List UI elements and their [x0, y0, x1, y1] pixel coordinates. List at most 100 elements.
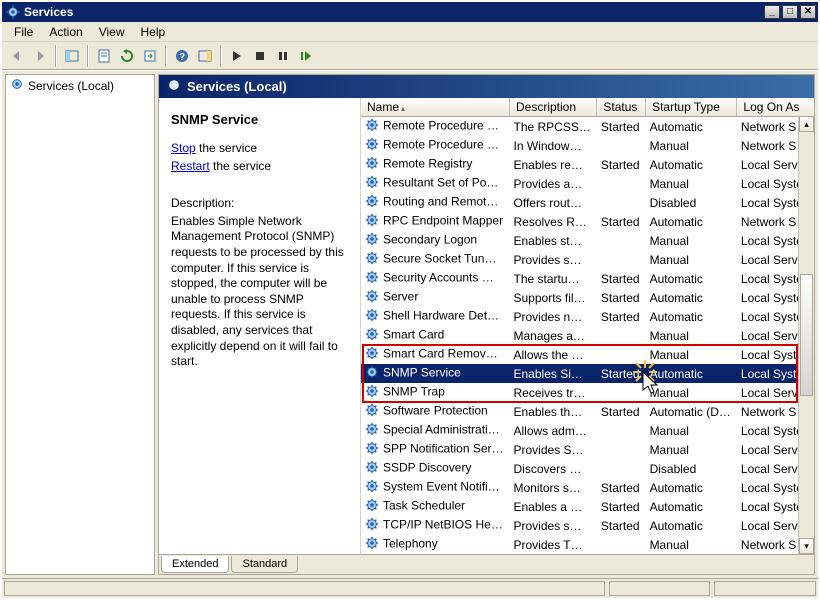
- properties-button[interactable]: [93, 45, 115, 67]
- table-row[interactable]: Routing and Remot…Offers rout…DisabledLo…: [361, 193, 814, 212]
- tree-root-services-local[interactable]: Services (Local): [6, 75, 154, 96]
- description-body: Enables Simple Network Management Protoc…: [171, 214, 348, 370]
- table-row[interactable]: Secure Socket Tun…Provides s…ManualLocal…: [361, 250, 814, 269]
- service-startup: Automatic: [646, 307, 737, 326]
- service-name: Remote Registry: [383, 157, 472, 171]
- service-startup: Manual: [646, 535, 737, 554]
- restart-service-button[interactable]: [295, 45, 317, 67]
- selected-service-title: SNMP Service: [171, 112, 348, 127]
- service-desc: Provides s…: [510, 250, 597, 269]
- service-name: System Event Notifi…: [383, 480, 500, 494]
- close-button[interactable]: ✕: [800, 5, 816, 19]
- stop-service-link[interactable]: Stop: [171, 141, 196, 155]
- table-row[interactable]: Remote Procedure …The RPCSS…StartedAutom…: [361, 117, 814, 137]
- help-button[interactable]: ?: [171, 45, 193, 67]
- table-row[interactable]: Special Administrati…Allows adm…ManualLo…: [361, 421, 814, 440]
- service-name: Telephony: [383, 537, 438, 551]
- service-name: Smart Card: [383, 328, 444, 342]
- gear-icon: [365, 270, 379, 287]
- table-row[interactable]: SSDP DiscoveryDiscovers …DisabledLocal S…: [361, 459, 814, 478]
- service-status: Started: [597, 288, 646, 307]
- refresh-button[interactable]: [116, 45, 138, 67]
- gear-icon: [365, 441, 379, 458]
- gear-icon: [365, 403, 379, 420]
- column-header-description[interactable]: Description: [510, 98, 597, 117]
- gear-icon: [365, 384, 379, 401]
- table-row[interactable]: SNMP TrapReceives tr…ManualLocal Service: [361, 383, 814, 402]
- column-header-startup[interactable]: Startup Type: [646, 98, 737, 117]
- service-status: Started: [597, 212, 646, 231]
- scroll-down-button[interactable]: ▾: [799, 538, 814, 554]
- service-startup: Automatic: [646, 288, 737, 307]
- forward-button[interactable]: [29, 45, 51, 67]
- service-desc: The startu…: [510, 269, 597, 288]
- service-name: Remote Procedure …: [383, 138, 499, 152]
- statusbar-cell: [4, 581, 605, 596]
- column-header-name[interactable]: Name▴: [361, 98, 510, 117]
- gear-icon: [365, 422, 379, 439]
- back-button[interactable]: [6, 45, 28, 67]
- show-hide-tree-button[interactable]: [61, 45, 83, 67]
- service-desc: The RPCSS…: [510, 117, 597, 137]
- table-row[interactable]: Shell Hardware Det…Provides n…StartedAut…: [361, 307, 814, 326]
- start-service-button[interactable]: [226, 45, 248, 67]
- service-desc: Provides T…: [510, 535, 597, 554]
- action-pane-button[interactable]: [194, 45, 216, 67]
- table-row[interactable]: TelephonyProvides T…ManualNetwork S…: [361, 535, 814, 554]
- service-status: Started: [597, 516, 646, 535]
- column-header-logon[interactable]: Log On As: [737, 98, 814, 117]
- table-row[interactable]: Software ProtectionEnables th…StartedAut…: [361, 402, 814, 421]
- table-row[interactable]: Resultant Set of Po…Provides a…ManualLoc…: [361, 174, 814, 193]
- pause-service-button[interactable]: [272, 45, 294, 67]
- vertical-scrollbar[interactable]: ▴ ▾: [798, 116, 814, 554]
- menu-action[interactable]: Action: [41, 23, 90, 41]
- titlebar: Services _ □ ✕: [2, 2, 818, 22]
- service-status: Started: [597, 402, 646, 421]
- scroll-thumb[interactable]: [800, 274, 813, 396]
- table-row[interactable]: SPP Notification Ser…Provides S…ManualLo…: [361, 440, 814, 459]
- window-title: Services: [24, 5, 73, 19]
- table-row[interactable]: System Event Notifi…Monitors s…StartedAu…: [361, 478, 814, 497]
- table-row[interactable]: Smart CardManages a…ManualLocal Service: [361, 326, 814, 345]
- table-row[interactable]: Remote RegistryEnables re…StartedAutomat…: [361, 155, 814, 174]
- table-row[interactable]: RPC Endpoint MapperResolves R…StartedAut…: [361, 212, 814, 231]
- menu-view[interactable]: View: [91, 23, 133, 41]
- tab-extended[interactable]: Extended: [161, 556, 229, 573]
- service-status: [597, 440, 646, 459]
- service-status: [597, 174, 646, 193]
- minimize-button[interactable]: _: [764, 5, 780, 19]
- service-desc: Monitors s…: [510, 478, 597, 497]
- menubar: File Action View Help: [2, 22, 818, 42]
- stop-service-button[interactable]: [249, 45, 271, 67]
- service-startup: Manual: [646, 440, 737, 459]
- service-startup: Automatic: [646, 117, 737, 137]
- column-header-status[interactable]: Status: [597, 98, 646, 117]
- gear-icon: [365, 327, 379, 344]
- scroll-up-button[interactable]: ▴: [799, 116, 814, 132]
- table-row[interactable]: ServerSupports fil…StartedAutomaticLocal…: [361, 288, 814, 307]
- gear-icon: [365, 194, 379, 211]
- table-row[interactable]: TCP/IP NetBIOS He…Provides s…StartedAuto…: [361, 516, 814, 535]
- tabs-bottom: Extended Standard: [159, 554, 814, 574]
- maximize-button[interactable]: □: [782, 5, 798, 19]
- service-startup: Manual: [646, 326, 737, 345]
- scroll-track[interactable]: [799, 132, 814, 538]
- service-desc: Resolves R…: [510, 212, 597, 231]
- table-row[interactable]: Secondary LogonEnables st…ManualLocal Sy…: [361, 231, 814, 250]
- tab-standard[interactable]: Standard: [231, 556, 298, 573]
- body-split: Services (Local) Services (Local) SNMP S…: [2, 70, 818, 578]
- services-table: Name▴ Description Status Startup Type Lo…: [361, 98, 814, 554]
- gear-icon: [365, 137, 379, 154]
- table-row[interactable]: Smart Card Remov…Allows the …ManualLocal…: [361, 345, 814, 364]
- gear-icon: [6, 5, 20, 19]
- export-button[interactable]: [139, 45, 161, 67]
- gear-icon: [365, 346, 379, 363]
- table-row[interactable]: Remote Procedure …In Window…ManualNetwor…: [361, 136, 814, 155]
- table-row[interactable]: Task SchedulerEnables a …StartedAutomati…: [361, 497, 814, 516]
- restart-service-link[interactable]: Restart: [171, 159, 210, 173]
- menu-file[interactable]: File: [6, 23, 41, 41]
- menu-help[interactable]: Help: [133, 23, 174, 41]
- service-status: Started: [597, 269, 646, 288]
- table-row[interactable]: Security Accounts …The startu…StartedAut…: [361, 269, 814, 288]
- table-row[interactable]: SNMP ServiceEnables Si…StartedAutomaticL…: [361, 364, 814, 383]
